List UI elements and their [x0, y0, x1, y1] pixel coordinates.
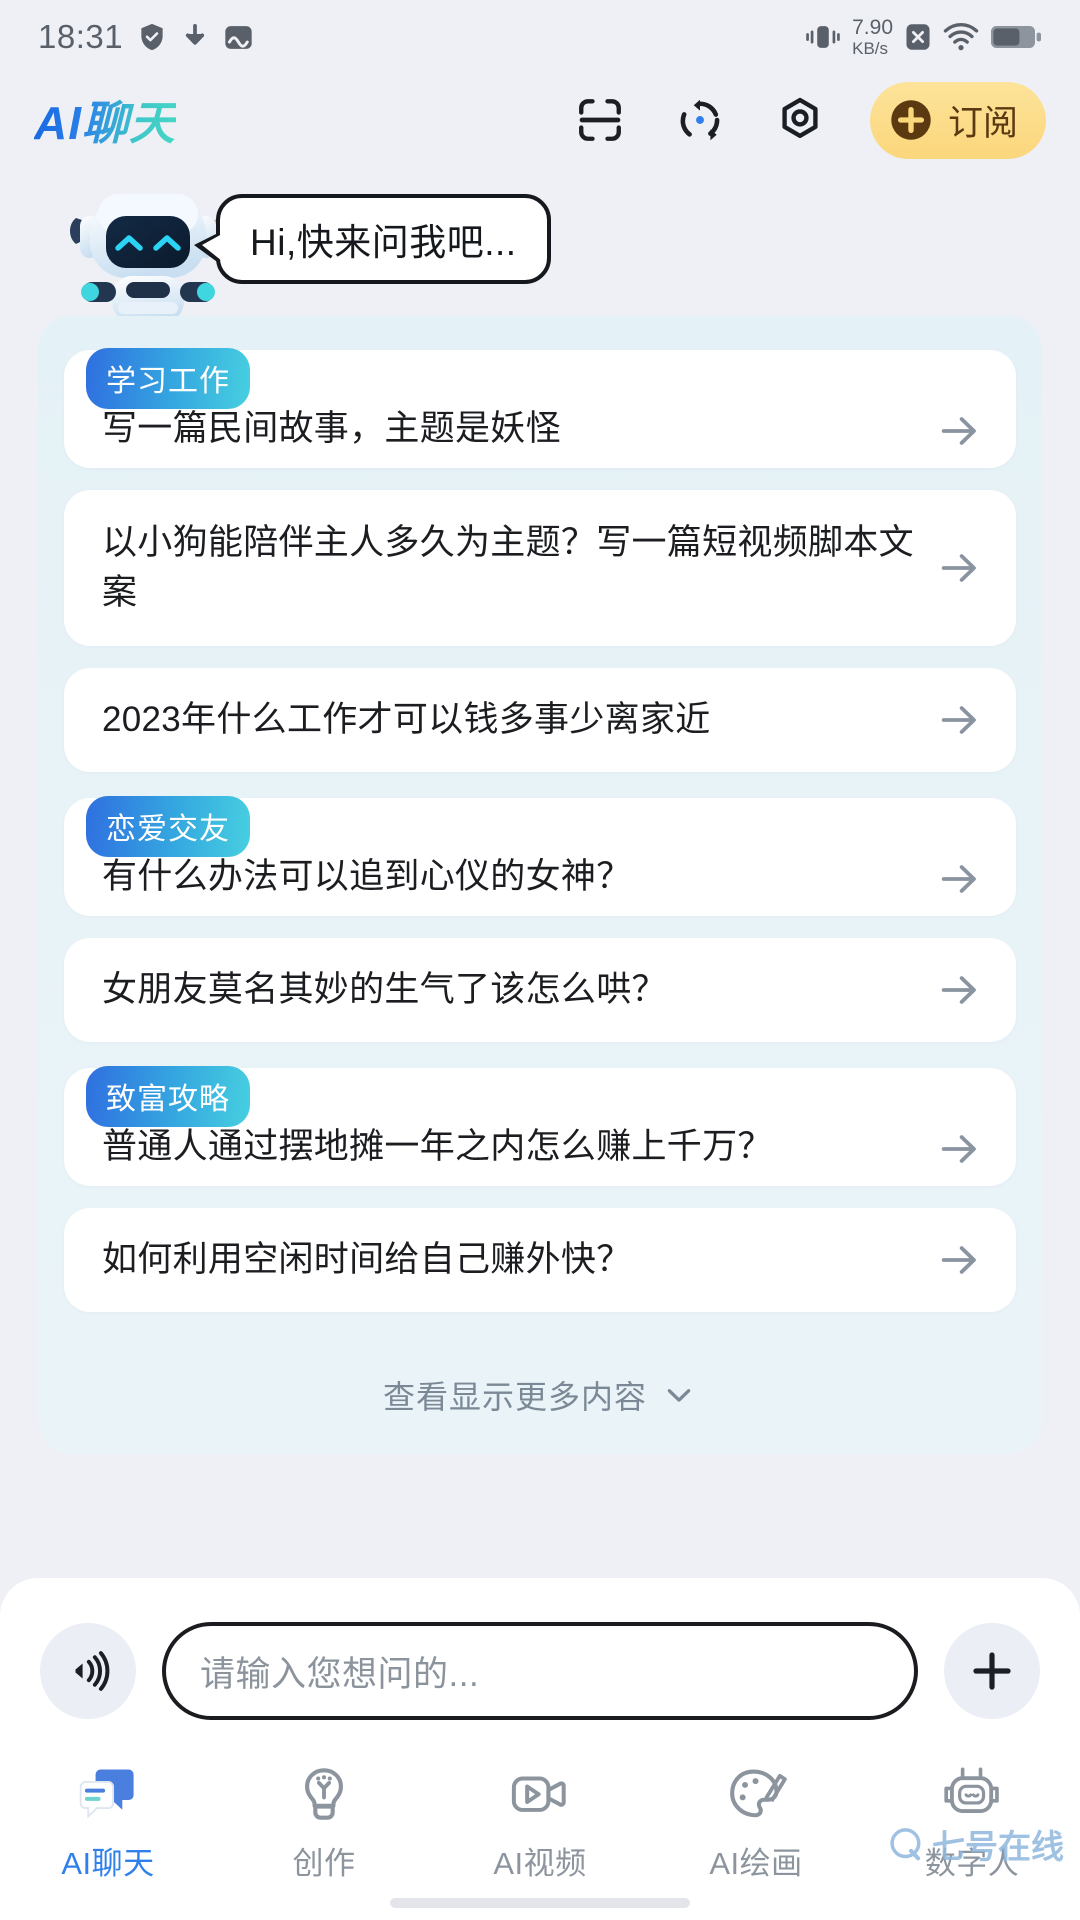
nav-label: 创作: [292, 1846, 356, 1881]
app-icon: [225, 25, 252, 49]
subscribe-label: 订阅: [947, 103, 1018, 143]
arrow-right-icon: [941, 865, 976, 893]
robot-icon: [940, 1762, 1004, 1826]
subscribe-button[interactable]: 订阅: [869, 81, 1046, 159]
app-header: AI聊天 订阅: [0, 74, 1080, 166]
category-tag: 致富攻略: [86, 1066, 250, 1127]
arrow-right-icon: [941, 706, 976, 734]
header-icon-group: [574, 94, 826, 146]
vibrate-icon: [806, 26, 840, 48]
suggestion-text: 如何利用空闲时间给自己赚外快？: [102, 1240, 632, 1280]
message-input-placeholder: 请输入您想问的...: [200, 1654, 480, 1694]
settings-hexagon-icon[interactable]: [774, 94, 826, 146]
arrow-right-icon: [941, 976, 976, 1004]
suggestion-group: 致富攻略 普通人通过摆地摊一年之内怎么赚上千万？ 如何利用空闲时间给自己赚外快？: [64, 1066, 1016, 1312]
suggestion-card[interactable]: 2023年什么工作才可以钱多事少离家近: [64, 668, 1016, 772]
download-icon: [185, 24, 205, 45]
palette-icon: [725, 1762, 787, 1826]
status-time: 18:31: [38, 18, 124, 55]
app-logo: AI聊天: [34, 87, 176, 153]
suggestion-text: 女朋友莫名其妙的生气了该怎么哄？: [102, 970, 667, 1010]
home-indicator: [390, 1898, 690, 1908]
plus-icon: [973, 1652, 1011, 1690]
battery-icon: [991, 26, 1041, 48]
video-icon: [509, 1762, 571, 1826]
network-speed: 7.90 KB/s: [852, 16, 893, 58]
suggestion-panel: 学习工作 写一篇民间故事，主题是妖怪 以小狗能陪伴主人多久为主题？写一篇短视频脚…: [38, 316, 1042, 1454]
bottom-navigation: AI聊天 创作 AI视频 AI绘画 数字人: [0, 1750, 1080, 1920]
arrow-right-icon: [941, 417, 976, 445]
chevron-down-icon: [667, 1389, 691, 1402]
status-bar-left: 18:31: [38, 18, 254, 56]
wifi-icon: [943, 23, 979, 51]
suggestion-group: 学习工作 写一篇民间故事，主题是妖怪 以小狗能陪伴主人多久为主题？写一篇短视频脚…: [64, 348, 1016, 772]
nav-label: AI视频: [493, 1846, 587, 1881]
nav-label: AI聊天: [61, 1846, 155, 1881]
suggestion-text: 以小狗能陪伴主人多久为主题？写一篇短视频脚本文案: [102, 523, 914, 612]
refresh-icon[interactable]: [674, 94, 726, 146]
nav-label: AI绘画: [709, 1846, 803, 1881]
show-more-button[interactable]: 查看显示更多内容: [64, 1338, 1016, 1436]
nav-item-ai-drawing[interactable]: AI绘画: [648, 1762, 864, 1883]
greeting-bubble: Hi,快来问我吧...: [194, 194, 551, 284]
suggestion-text: 有什么办法可以追到心仪的女神？: [102, 857, 632, 897]
suggestion-card[interactable]: 以小狗能陪伴主人多久为主题？写一篇短视频脚本文案: [64, 490, 1016, 646]
scan-icon[interactable]: [574, 94, 626, 146]
greeting-text: Hi,快来问我吧...: [250, 222, 517, 263]
nav-item-creation[interactable]: 创作: [216, 1762, 432, 1883]
suggestion-group: 恋爱交友 有什么办法可以追到心仪的女神？ 女朋友莫名其妙的生气了该怎么哄？: [64, 796, 1016, 1042]
suggestion-card[interactable]: 如何利用空闲时间给自己赚外快？: [64, 1208, 1016, 1312]
suggestion-text: 普通人通过摆地摊一年之内怎么赚上千万？: [102, 1127, 773, 1167]
voice-button[interactable]: [40, 1623, 136, 1719]
nav-item-digital-human[interactable]: 数字人: [864, 1762, 1080, 1883]
input-dock: 请输入您想问的...: [0, 1578, 1080, 1750]
close-badge-icon: [906, 24, 930, 50]
nav-item-ai-chat[interactable]: AI聊天: [0, 1762, 216, 1883]
suggestion-text: 2023年什么工作才可以钱多事少离家近: [102, 700, 711, 740]
nav-label: 数字人: [924, 1846, 1020, 1881]
status-bar-right: 7.90 KB/s: [805, 17, 1042, 57]
show-more-label: 查看显示更多内容: [382, 1379, 647, 1415]
suggestion-card[interactable]: 女朋友莫名其妙的生气了该怎么哄？: [64, 938, 1016, 1042]
suggestion-text: 写一篇民间故事，主题是妖怪: [102, 409, 561, 449]
nav-item-ai-video[interactable]: AI视频: [432, 1762, 648, 1883]
chat-icon: [76, 1762, 140, 1826]
arrow-right-icon: [941, 1246, 976, 1274]
plus-circle-icon: [891, 100, 931, 140]
add-button[interactable]: [944, 1623, 1040, 1719]
arrow-right-icon: [941, 1135, 976, 1163]
arrow-right-icon: [941, 554, 976, 582]
voice-wave-icon: [75, 1651, 110, 1691]
message-input[interactable]: 请输入您想问的...: [162, 1622, 918, 1720]
lightbulb-icon: [295, 1762, 353, 1826]
category-tag: 恋爱交友: [86, 796, 250, 857]
hero-section: Hi,快来问我吧...: [0, 166, 1080, 322]
status-bar: 18:31 7.90 KB/s: [0, 0, 1080, 74]
category-tag: 学习工作: [86, 348, 250, 409]
shield-icon: [141, 23, 163, 51]
